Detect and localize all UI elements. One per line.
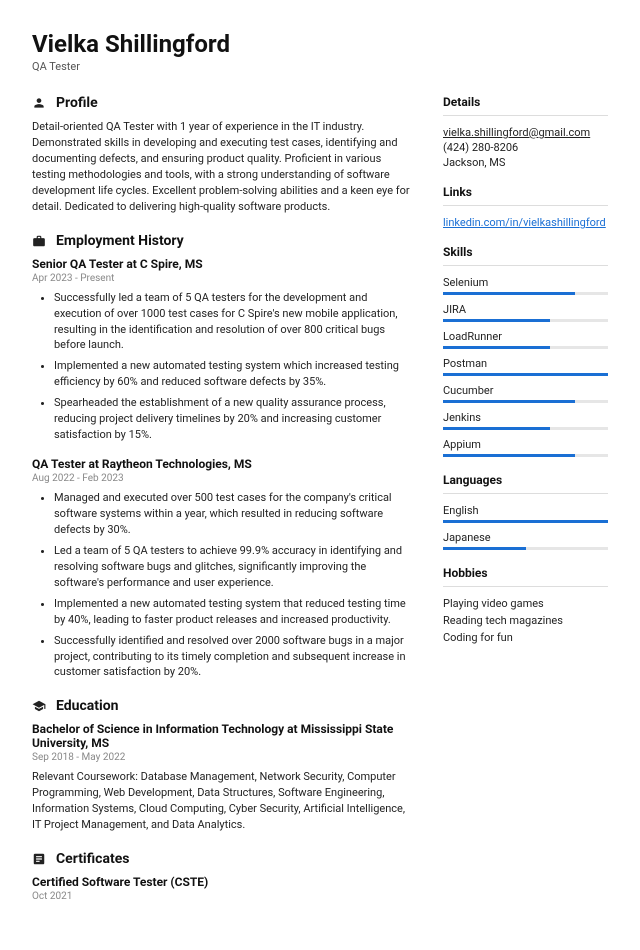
job-title: QA Tester at Raytheon Technologies, MS	[32, 457, 415, 471]
hobbies-block: Hobbies Playing video games Reading tech …	[443, 566, 608, 644]
cert-title: Certified Software Tester (CSTE)	[32, 875, 415, 889]
skill-name: Postman	[443, 357, 608, 370]
divider	[443, 586, 608, 587]
links-heading: Links	[443, 185, 608, 199]
briefcase-icon	[32, 234, 46, 248]
hobby-item: Coding for fun	[443, 631, 608, 644]
person-icon	[32, 96, 46, 110]
skills-block: Skills Selenium JIRA LoadRunner Postman Cucu…	[443, 245, 608, 457]
links-block: Links linkedin.com/in/vielkashillingford	[443, 185, 608, 229]
bullet: Successfully led a team of 5 QA testers …	[54, 290, 415, 354]
skill-bar	[443, 373, 608, 376]
bullet: Implemented a new automated testing syst…	[54, 596, 415, 628]
skill-item: Selenium	[443, 276, 608, 295]
languages-heading: Languages	[443, 473, 608, 487]
skill-bar-fill	[443, 292, 575, 295]
cap-icon	[32, 699, 46, 713]
job-dates: Aug 2022 - Feb 2023	[32, 473, 415, 484]
skill-name: Selenium	[443, 276, 608, 289]
profile-section: Profile Detail-oriented QA Tester with 1…	[32, 95, 415, 215]
skill-bar	[443, 400, 608, 403]
skill-bar	[443, 427, 608, 430]
details-heading: Details	[443, 95, 608, 109]
education-heading: Education	[56, 698, 118, 714]
job-bullets: Successfully led a team of 5 QA testers …	[32, 290, 415, 443]
linkedin-link[interactable]: linkedin.com/in/vielkashillingford	[443, 216, 606, 229]
certificate-icon	[32, 852, 46, 866]
hobbies-heading: Hobbies	[443, 566, 608, 580]
right-column: Details vielka.shillingford@gmail.com (4…	[443, 95, 608, 920]
coursework: Relevant Coursework: Database Management…	[32, 769, 415, 833]
cert-dates: Oct 2021	[32, 891, 415, 902]
skill-name: LoadRunner	[443, 330, 608, 343]
divider	[443, 115, 608, 116]
skill-item: Jenkins	[443, 411, 608, 430]
job: Senior QA Tester at C Spire, MS Apr 2023 …	[32, 257, 415, 443]
languages-block: Languages English Japanese	[443, 473, 608, 550]
skill-bar-fill	[443, 454, 575, 457]
bullet: Implemented a new automated testing syst…	[54, 358, 415, 390]
profile-text: Detail-oriented QA Tester with 1 year of…	[32, 119, 415, 215]
skills-heading: Skills	[443, 245, 608, 259]
skill-item: English	[443, 504, 608, 523]
location: Jackson, MS	[443, 156, 608, 169]
bullet: Led a team of 5 QA testers to achieve 99…	[54, 543, 415, 591]
skill-bar-fill	[443, 547, 526, 550]
skill-item: Cucumber	[443, 384, 608, 403]
skill-bar-fill	[443, 346, 550, 349]
skill-bar-fill	[443, 400, 575, 403]
person-title: QA Tester	[32, 60, 608, 73]
degree-title: Bachelor of Science in Information Techn…	[32, 722, 415, 750]
bullet: Successfully identified and resolved ove…	[54, 633, 415, 681]
skill-bar	[443, 319, 608, 322]
phone: (424) 280-8206	[443, 141, 608, 154]
divider	[443, 493, 608, 494]
skill-bar-fill	[443, 373, 608, 376]
skill-bar-fill	[443, 427, 550, 430]
skill-bar	[443, 292, 608, 295]
job-dates: Apr 2023 - Present	[32, 273, 415, 284]
hobby-item: Reading tech magazines	[443, 614, 608, 627]
skill-bar	[443, 520, 608, 523]
divider	[443, 265, 608, 266]
columns: Profile Detail-oriented QA Tester with 1…	[32, 95, 608, 920]
job: QA Tester at Raytheon Technologies, MS Au…	[32, 457, 415, 680]
skill-item: Postman	[443, 357, 608, 376]
skill-bar-fill	[443, 520, 608, 523]
profile-heading: Profile	[56, 95, 98, 111]
education-section: Education Bachelor of Science in Informa…	[32, 698, 415, 833]
certificates-section: Certificates Certified Software Tester (…	[32, 851, 415, 902]
employment-section: Employment History Senior QA Tester at C…	[32, 233, 415, 681]
degree-dates: Sep 2018 - May 2022	[32, 752, 415, 763]
skill-name: JIRA	[443, 303, 608, 316]
skill-item: JIRA	[443, 303, 608, 322]
skill-name: Cucumber	[443, 384, 608, 397]
employment-heading: Employment History	[56, 233, 184, 249]
person-name: Vielka Shillingford	[32, 30, 608, 58]
skill-bar	[443, 454, 608, 457]
left-column: Profile Detail-oriented QA Tester with 1…	[32, 95, 415, 920]
hobby-item: Playing video games	[443, 597, 608, 610]
skill-name: Jenkins	[443, 411, 608, 424]
details-block: Details vielka.shillingford@gmail.com (4…	[443, 95, 608, 169]
skill-item: LoadRunner	[443, 330, 608, 349]
bullet: Spearheaded the establishment of a new q…	[54, 395, 415, 443]
bullet: Managed and executed over 500 test cases…	[54, 490, 415, 538]
job-title: Senior QA Tester at C Spire, MS	[32, 257, 415, 271]
email-link[interactable]: vielka.shillingford@gmail.com	[443, 126, 608, 139]
skill-item: Japanese	[443, 531, 608, 550]
skill-bar-fill	[443, 319, 550, 322]
skill-name: Appium	[443, 438, 608, 451]
skill-name: Japanese	[443, 531, 608, 544]
skill-item: Appium	[443, 438, 608, 457]
skill-name: English	[443, 504, 608, 517]
certificates-heading: Certificates	[56, 851, 129, 867]
job-bullets: Managed and executed over 500 test cases…	[32, 490, 415, 680]
divider	[443, 205, 608, 206]
skill-bar	[443, 547, 608, 550]
header: Vielka Shillingford QA Tester	[32, 30, 608, 73]
skill-bar	[443, 346, 608, 349]
